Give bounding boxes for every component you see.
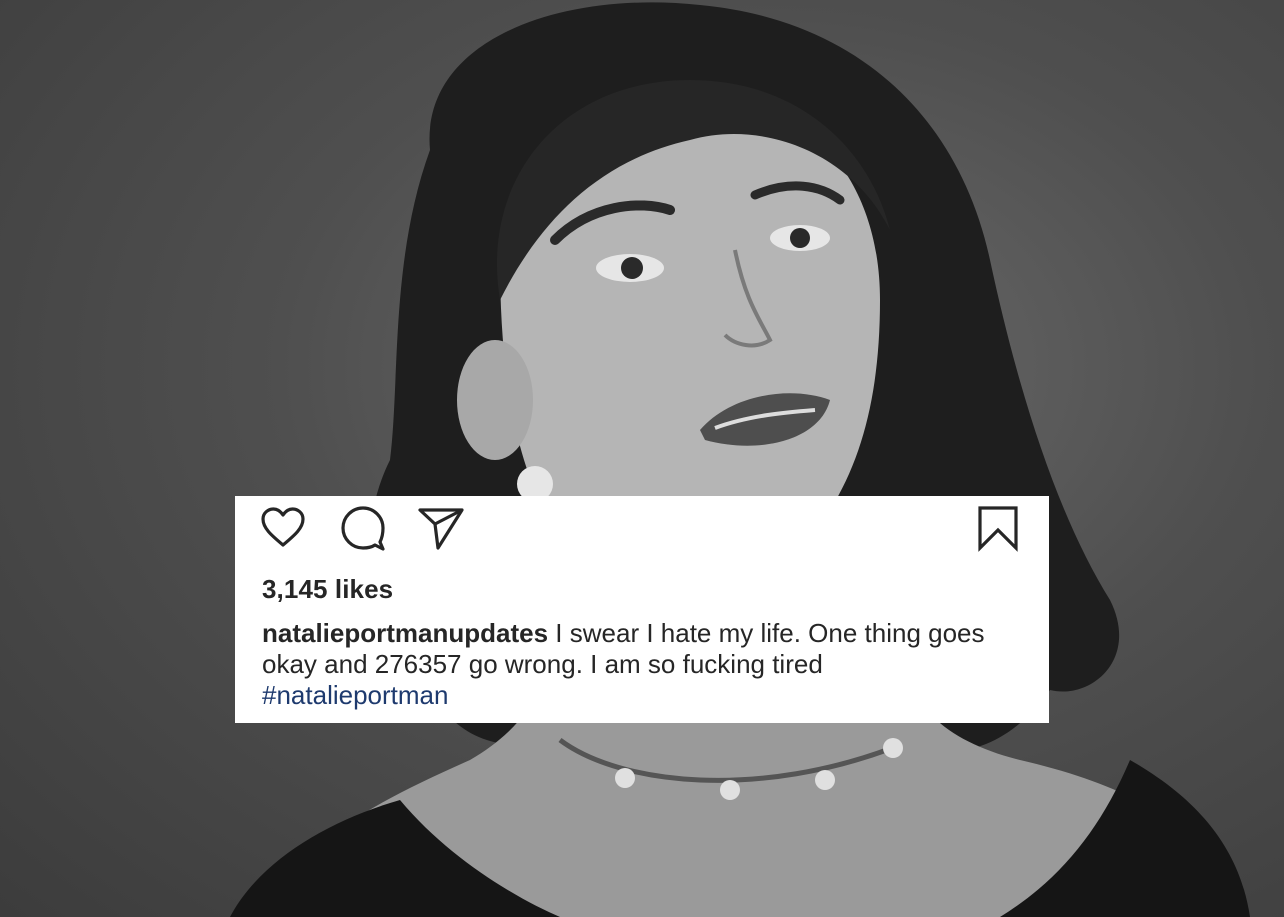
likes-count[interactable]: 3,145 likes <box>262 574 393 605</box>
heart-icon[interactable] <box>259 504 307 552</box>
portrait-illustration <box>230 2 1250 917</box>
bookmark-icon[interactable] <box>976 504 1020 552</box>
paper-plane-icon[interactable] <box>416 504 466 552</box>
background-photo <box>0 0 1284 917</box>
caption-username[interactable]: natalieportmanupdates <box>262 618 548 648</box>
comment-icon[interactable] <box>339 504 387 552</box>
post-caption: natalieportmanupdates I swear I hate my … <box>262 618 1022 711</box>
caption-hashtag[interactable]: #natalieportman <box>262 680 448 710</box>
action-bar <box>235 496 1049 558</box>
instagram-post-card: 3,145 likes natalieportmanupdates I swea… <box>235 496 1049 723</box>
